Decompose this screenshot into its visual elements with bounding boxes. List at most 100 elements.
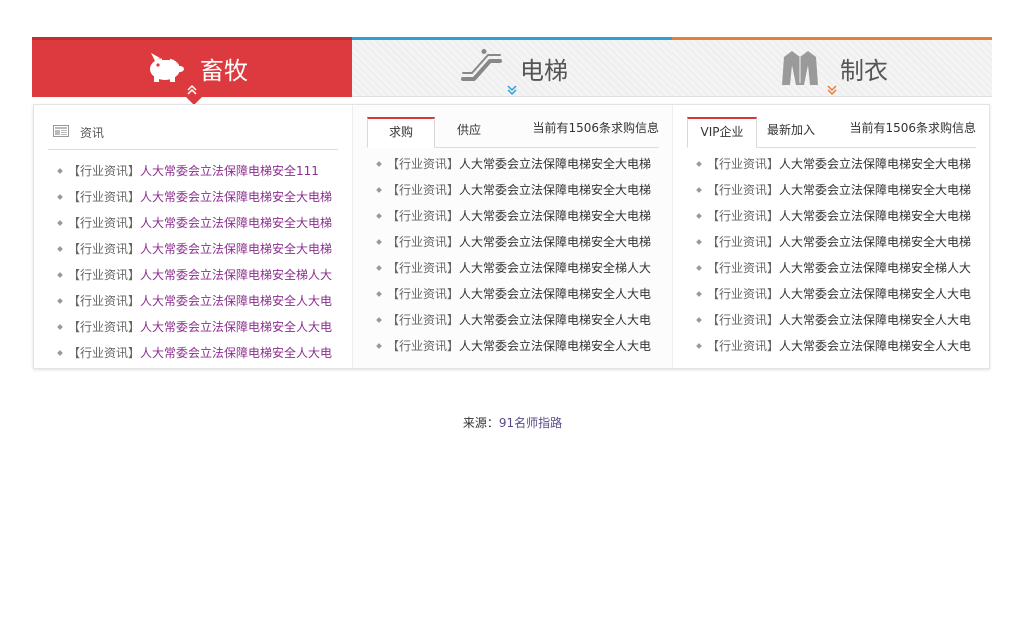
- item-category: 【行业资讯】: [68, 190, 141, 204]
- bullet-icon: [57, 220, 63, 226]
- item-title[interactable]: 人大常委会立法保障电梯安全人大电: [459, 287, 651, 301]
- tab-newest[interactable]: 最新加入: [757, 117, 825, 146]
- list-item[interactable]: 【行业资讯】人大常委会立法保障电梯安全人大电: [34, 340, 368, 366]
- newspaper-icon: [53, 125, 69, 137]
- item-title[interactable]: 人大常委会立法保障电梯安全111: [140, 164, 319, 178]
- item-title[interactable]: 人大常委会立法保障电梯安全人大电: [779, 313, 971, 327]
- list-item[interactable]: 【行业资讯】人大常委会立法保障电梯安全大电梯: [34, 210, 368, 236]
- item-title[interactable]: 人大常委会立法保障电梯安全人大电: [459, 339, 651, 353]
- list-item[interactable]: 【行业资讯】人大常委会立法保障电梯安全人大电: [673, 307, 992, 333]
- bullet-icon: [696, 343, 702, 349]
- tab-purchase[interactable]: 求购: [367, 117, 435, 148]
- list-item[interactable]: 【行业资讯】人大常委会立法保障电梯安全梯人大: [353, 255, 672, 281]
- news-list: 【行业资讯】人大常委会立法保障电梯安全111 【行业资讯】人大常委会立法保障电梯…: [34, 158, 352, 366]
- tab-elevator-label: 电梯: [520, 57, 568, 85]
- item-category: 【行业资讯】: [707, 339, 780, 353]
- bullet-icon: [376, 265, 382, 271]
- item-category: 【行业资讯】: [707, 313, 780, 327]
- bullet-icon: [696, 239, 702, 245]
- purchase-column: 求购 供应 当前有1506条求购信息 【行业资讯】人大常委会立法保障电梯安全大电…: [352, 105, 673, 368]
- list-item[interactable]: 【行业资讯】人大常委会立法保障电梯安全大电梯: [673, 177, 992, 203]
- item-title[interactable]: 人大常委会立法保障电梯安全大电梯: [779, 235, 971, 249]
- item-category: 【行业资讯】: [387, 339, 460, 353]
- list-item[interactable]: 【行业资讯】人大常委会立法保障电梯安全人大电: [673, 333, 992, 359]
- source-link[interactable]: 91名师指路: [499, 416, 562, 430]
- list-item[interactable]: 【行业资讯】人大常委会立法保障电梯安全梯人大: [34, 262, 368, 288]
- category-tabs: 畜牧 电梯 制衣: [32, 37, 992, 105]
- item-title[interactable]: 人大常委会立法保障电梯安全梯人大: [779, 261, 971, 275]
- bullet-icon: [376, 291, 382, 297]
- vip-count: 当前有1506条求购信息: [849, 121, 976, 135]
- item-category: 【行业资讯】: [387, 209, 460, 223]
- list-item[interactable]: 【行业资讯】人大常委会立法保障电梯安全梯人大: [673, 255, 992, 281]
- list-item[interactable]: 【行业资讯】人大常委会立法保障电梯安全111: [34, 158, 368, 184]
- list-item[interactable]: 【行业资讯】人大常委会立法保障电梯安全大电梯: [673, 151, 992, 177]
- list-item[interactable]: 【行业资讯】人大常委会立法保障电梯安全大电梯: [673, 229, 992, 255]
- tab-vip[interactable]: VIP企业: [687, 117, 757, 148]
- item-category: 【行业资讯】: [68, 320, 141, 334]
- bullet-icon: [696, 265, 702, 271]
- list-item[interactable]: 【行业资讯】人大常委会立法保障电梯安全大电梯: [353, 151, 672, 177]
- list-item[interactable]: 【行业资讯】人大常委会立法保障电梯安全大电梯: [673, 203, 992, 229]
- list-item[interactable]: 【行业资讯】人大常委会立法保障电梯安全人大电: [353, 333, 672, 359]
- list-item[interactable]: 【行业资讯】人大常委会立法保障电梯安全人大电: [353, 281, 672, 307]
- chevron-up-icon: [187, 84, 197, 95]
- item-title[interactable]: 人大常委会立法保障电梯安全大电梯: [140, 190, 332, 204]
- item-category: 【行业资讯】: [68, 294, 141, 308]
- item-category: 【行业资讯】: [387, 287, 460, 301]
- list-item[interactable]: 【行业资讯】人大常委会立法保障电梯安全人大电: [673, 281, 992, 307]
- chevron-down-icon: [827, 85, 837, 96]
- item-title[interactable]: 人大常委会立法保障电梯安全人大电: [140, 294, 332, 308]
- item-title[interactable]: 人大常委会立法保障电梯安全大电梯: [459, 157, 651, 171]
- item-title[interactable]: 人大常委会立法保障电梯安全梯人大: [459, 261, 651, 275]
- item-category: 【行业资讯】: [387, 157, 460, 171]
- item-title[interactable]: 人大常委会立法保障电梯安全大电梯: [459, 209, 651, 223]
- item-title[interactable]: 人大常委会立法保障电梯安全人大电: [779, 339, 971, 353]
- tab-elevator[interactable]: 电梯: [352, 37, 672, 97]
- bullet-icon: [696, 187, 702, 193]
- tab-livestock[interactable]: 畜牧: [32, 37, 352, 105]
- item-title[interactable]: 人大常委会立法保障电梯安全大电梯: [779, 183, 971, 197]
- list-item[interactable]: 【行业资讯】人大常委会立法保障电梯安全大电梯: [353, 177, 672, 203]
- news-header: 资讯: [48, 119, 338, 150]
- list-item[interactable]: 【行业资讯】人大常委会立法保障电梯安全大电梯: [34, 184, 368, 210]
- list-item[interactable]: 【行业资讯】人大常委会立法保障电梯安全人大电: [34, 314, 368, 340]
- item-category: 【行业资讯】: [707, 209, 780, 223]
- item-title[interactable]: 人大常委会立法保障电梯安全大电梯: [459, 183, 651, 197]
- item-title[interactable]: 人大常委会立法保障电梯安全大电梯: [140, 242, 332, 256]
- item-title[interactable]: 人大常委会立法保障电梯安全大电梯: [779, 157, 971, 171]
- item-category: 【行业资讯】: [68, 242, 141, 256]
- pig-icon: [150, 53, 184, 82]
- tab-garment[interactable]: 制衣: [672, 37, 992, 97]
- list-item[interactable]: 【行业资讯】人大常委会立法保障电梯安全大电梯: [353, 203, 672, 229]
- tab-supply[interactable]: 供应: [447, 117, 491, 146]
- item-category: 【行业资讯】: [68, 346, 141, 360]
- item-title[interactable]: 人大常委会立法保障电梯安全梯人大: [140, 268, 332, 282]
- item-category: 【行业资讯】: [68, 164, 141, 178]
- list-item[interactable]: 【行业资讯】人大常委会立法保障电梯安全大电梯: [34, 236, 368, 262]
- item-title[interactable]: 人大常委会立法保障电梯安全人大电: [779, 287, 971, 301]
- item-title[interactable]: 人大常委会立法保障电梯安全大电梯: [459, 235, 651, 249]
- item-title[interactable]: 人大常委会立法保障电梯安全大电梯: [779, 209, 971, 223]
- item-title[interactable]: 人大常委会立法保障电梯安全人大电: [459, 313, 651, 327]
- item-category: 【行业资讯】: [707, 183, 780, 197]
- purchase-count: 当前有1506条求购信息: [532, 121, 659, 135]
- item-title[interactable]: 人大常委会立法保障电梯安全人大电: [140, 346, 332, 360]
- bullet-icon: [376, 343, 382, 349]
- purchase-tabs: 求购 供应 当前有1506条求购信息: [367, 117, 659, 148]
- item-title[interactable]: 人大常委会立法保障电梯安全人大电: [140, 320, 332, 334]
- chevron-down-icon: [507, 85, 517, 96]
- list-item[interactable]: 【行业资讯】人大常委会立法保障电梯安全人大电: [353, 307, 672, 333]
- purchase-list: 【行业资讯】人大常委会立法保障电梯安全大电梯 【行业资讯】人大常委会立法保障电梯…: [353, 151, 673, 359]
- item-category: 【行业资讯】: [707, 261, 780, 275]
- item-title[interactable]: 人大常委会立法保障电梯安全大电梯: [140, 216, 332, 230]
- vip-tabs: VIP企业 最新加入 当前有1506条求购信息: [687, 117, 976, 148]
- list-item[interactable]: 【行业资讯】人大常委会立法保障电梯安全大电梯: [353, 229, 672, 255]
- bullet-icon: [57, 324, 63, 330]
- item-category: 【行业资讯】: [387, 261, 460, 275]
- item-category: 【行业资讯】: [68, 268, 141, 282]
- content-panel: 资讯 【行业资讯】人大常委会立法保障电梯安全111 【行业资讯】人大常委会立法保…: [33, 104, 990, 369]
- bullet-icon: [376, 317, 382, 323]
- bullet-icon: [57, 272, 63, 278]
- list-item[interactable]: 【行业资讯】人大常委会立法保障电梯安全人大电: [34, 288, 368, 314]
